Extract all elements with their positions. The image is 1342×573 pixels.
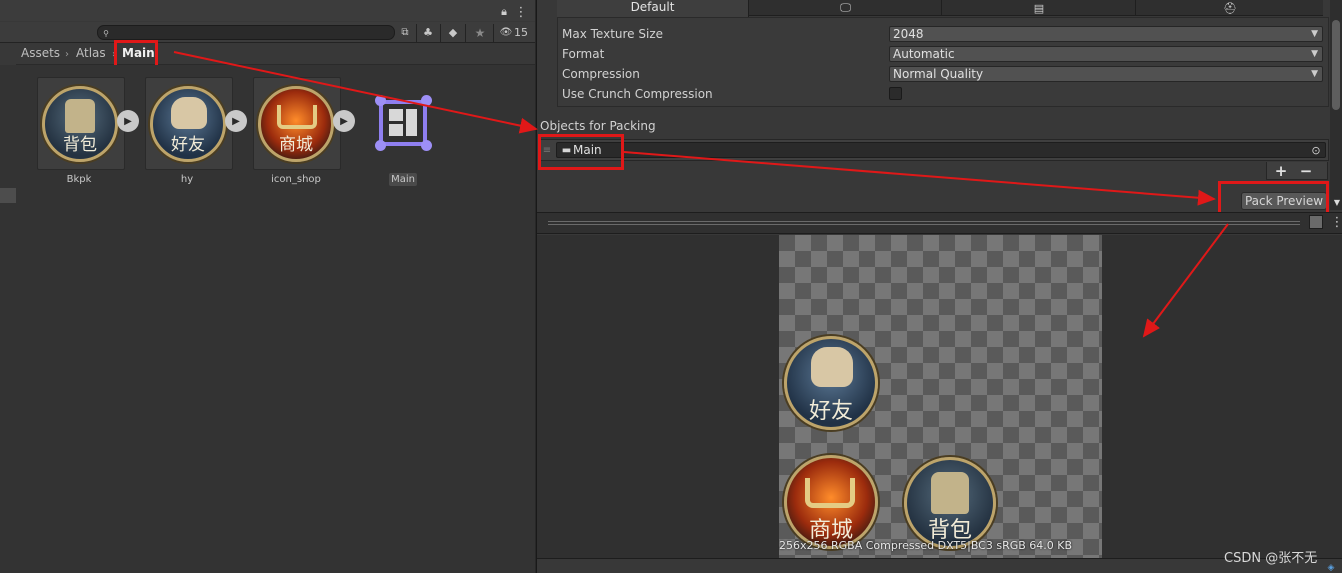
arrow-pack-preview-to-preview [1142,223,1229,338]
arrow-breadcrumb-to-objects [173,51,538,134]
annotation-arrows [173,51,1229,338]
arrow-object-to-pack-preview [623,151,1216,206]
